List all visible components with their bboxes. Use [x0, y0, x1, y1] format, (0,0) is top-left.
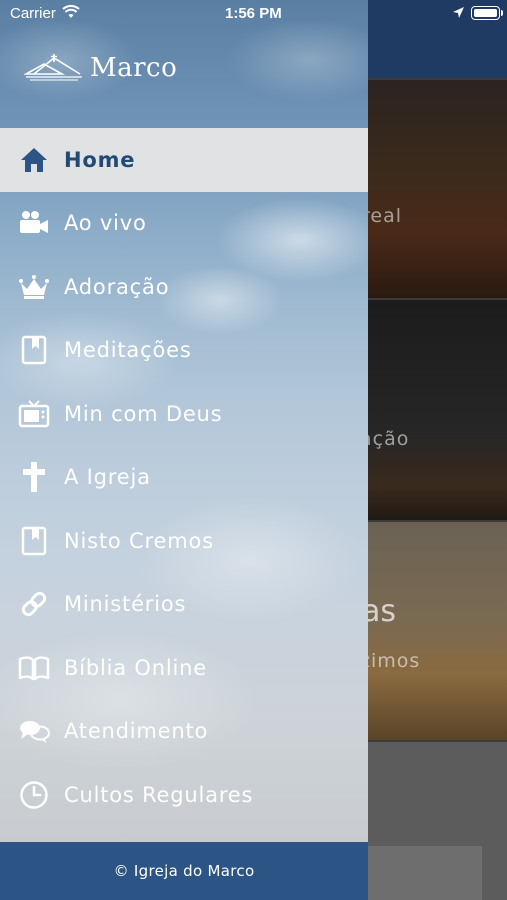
home-icon — [18, 144, 50, 176]
navigation-drawer: Marco Home Ao vivo Adoração Meditações M… — [0, 0, 368, 900]
menu-item-label: Home — [64, 147, 136, 172]
background-card-3[interactable] — [368, 522, 507, 740]
status-bar: Carrier 1:56 PM — [0, 0, 507, 28]
bookmark-book-icon — [18, 334, 50, 366]
app-logo: Marco — [24, 52, 177, 84]
wifi-icon — [62, 5, 80, 24]
menu-item-biblia-online[interactable]: Bíblia Online — [0, 636, 368, 700]
background-bottom-button[interactable] — [368, 846, 482, 900]
menu-item-ao-vivo[interactable]: Ao vivo — [0, 192, 368, 256]
crown-icon — [18, 271, 50, 303]
battery-icon — [471, 6, 500, 20]
menu-item-adoracao[interactable]: Adoração — [0, 255, 368, 319]
logo-text: Marco — [90, 53, 178, 83]
carrier-label: Carrier — [10, 5, 56, 22]
battery-tip — [501, 10, 503, 16]
tv-icon — [18, 398, 50, 430]
menu-item-label: Cultos Regulares — [64, 782, 254, 807]
menu-item-cultos-regulares[interactable]: Cultos Regulares — [0, 763, 368, 827]
church-logo-icon — [24, 54, 82, 81]
clock-time: 1:56 PM — [225, 5, 282, 22]
menu-item-atendimento[interactable]: Atendimento — [0, 700, 368, 764]
background-card-1-text: real — [362, 205, 403, 227]
menu-item-ministerios[interactable]: Ministérios — [0, 573, 368, 637]
clock-icon — [18, 779, 50, 811]
open-book-icon — [18, 652, 50, 684]
drawer-header: Marco — [0, 28, 368, 128]
cross-icon — [18, 461, 50, 493]
menu-item-min-com-deus[interactable]: Min com Deus — [0, 382, 368, 446]
background-card-1[interactable] — [368, 80, 507, 298]
menu-item-label: Min com Deus — [64, 401, 223, 426]
drawer-menu: Home Ao vivo Adoração Meditações Min com… — [0, 128, 368, 827]
video-camera-icon — [18, 207, 50, 239]
background-card-3-text: zimos — [360, 650, 421, 672]
menu-item-label: Adoração — [64, 274, 170, 299]
menu-item-meditacoes[interactable]: Meditações — [0, 319, 368, 383]
menu-item-label: Ao vivo — [64, 211, 147, 236]
menu-item-label: Atendimento — [64, 719, 209, 744]
menu-item-home[interactable]: Home — [0, 128, 368, 192]
menu-item-label: Nisto Cremos — [64, 528, 214, 553]
menu-item-label: Bíblia Online — [64, 655, 207, 680]
drawer-footer: © Igreja do Marco — [0, 842, 368, 900]
menu-item-a-igreja[interactable]: A Igreja — [0, 446, 368, 510]
chat-bubbles-icon — [18, 715, 50, 747]
location-arrow-icon — [452, 6, 465, 24]
bookmark-book-icon — [18, 525, 50, 557]
copyright-text: © Igreja do Marco — [113, 862, 255, 880]
menu-item-label: Ministérios — [64, 592, 187, 617]
menu-item-label: A Igreja — [64, 465, 151, 490]
menu-item-label: Meditações — [64, 338, 192, 363]
background-card-2[interactable] — [368, 300, 507, 520]
link-icon — [18, 588, 50, 620]
menu-item-nisto-cremos[interactable]: Nisto Cremos — [0, 509, 368, 573]
